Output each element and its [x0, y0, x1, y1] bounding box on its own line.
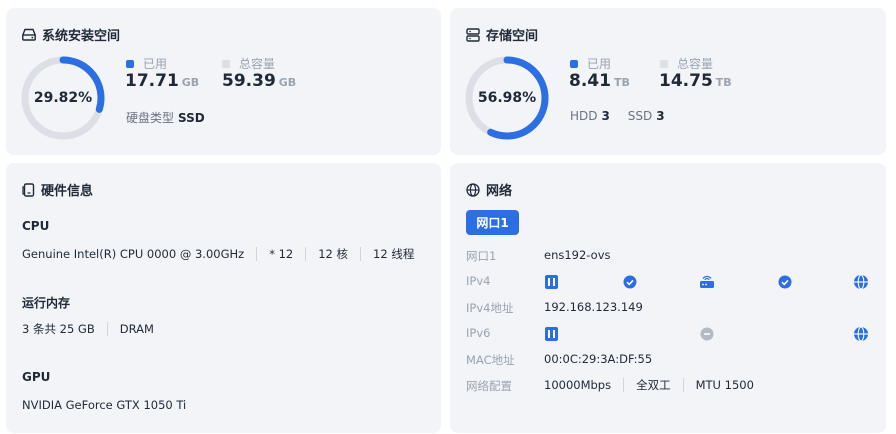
storage-used-swatch	[570, 59, 578, 68]
globe-icon	[466, 182, 480, 197]
check-icon	[778, 275, 792, 289]
config-speed: 10000Mbps	[544, 378, 612, 392]
tab-port-1[interactable]: 网口1	[466, 210, 519, 235]
globe-icon	[854, 274, 868, 290]
mac-label: MAC地址	[466, 353, 515, 367]
system-space-card: 系统安装空间 29.82% 已用 17.71 GB 总容量 59.39 GB 硬盘类…	[6, 8, 441, 155]
used-legend: 已用	[126, 55, 167, 72]
config-duplex: 全双工	[636, 378, 671, 392]
cpu-label: CPU	[22, 219, 50, 233]
storage-space-card: 存储空间 56.98% 已用 8.41 TB 总容量 14.75 TB HDD 3 S…	[450, 8, 886, 155]
port-label: 网口1	[466, 249, 497, 263]
memory-details: 3 条共 25 GB DRAM	[22, 321, 154, 337]
storage-total-swatch	[660, 59, 668, 68]
ipv6-topology	[545, 326, 868, 342]
storage-icon	[466, 27, 480, 42]
used-swatch	[126, 59, 134, 68]
mac-value: 00:0C:29:3A:DF:55	[544, 352, 653, 366]
divider	[256, 247, 258, 261]
memory-label: 运行内存	[22, 296, 71, 310]
disk-type: 硬盘类型 SSD	[126, 111, 205, 125]
port-value: ens192-ovs	[544, 248, 611, 262]
ipv6-label: IPv6	[466, 326, 491, 340]
device-icon	[22, 182, 35, 197]
gpu-model: NVIDIA GeForce GTX 1050 Ti	[22, 398, 187, 412]
storage-used-legend: 已用	[570, 55, 611, 72]
total-swatch	[222, 59, 230, 68]
network-card: 网络 网口1 网口1 ens192-ovs IPv4 IPv4地址 192.16…	[450, 163, 886, 433]
ipv4-label: IPv4	[466, 274, 491, 288]
router-icon	[700, 275, 714, 288]
ipv4-topology	[545, 274, 868, 290]
hardware-card: 硬件信息 CPU Genuine Intel(R) CPU 0000 @ 3.0…	[6, 163, 441, 433]
storage-total-legend: 总容量	[660, 55, 713, 72]
check-icon	[623, 275, 637, 289]
globe-icon	[854, 326, 868, 342]
cpu-details: Genuine Intel(R) CPU 0000 @ 3.00GHz * 12…	[22, 246, 414, 262]
storage-usage-percent: 56.98%	[477, 90, 537, 106]
storage-used-value: 8.41 TB	[569, 71, 630, 91]
ipv4-address-value: 192.168.123.149	[544, 300, 643, 314]
divider	[623, 378, 625, 392]
minus-icon	[700, 327, 714, 341]
gpu-details: NVIDIA GeForce GTX 1050 Ti	[22, 398, 186, 412]
storage-space-title: 存储空间	[466, 25, 538, 44]
config-mtu: MTU 1500	[695, 378, 754, 392]
divider	[106, 322, 108, 336]
total-legend: 总容量	[222, 55, 275, 72]
nic-icon	[545, 327, 558, 341]
gpu-label: GPU	[22, 370, 51, 384]
system-space-title: 系统安装空间	[22, 25, 120, 44]
ipv4-address-label: IPv4地址	[466, 301, 514, 315]
divider	[360, 247, 362, 261]
network-title: 网络	[466, 180, 512, 199]
disk-counts: HDD 3 SSD 3	[570, 109, 665, 123]
nic-icon	[545, 275, 558, 289]
storage-total-value: 14.75 TB	[659, 71, 732, 91]
config-label: 网络配置	[466, 379, 512, 393]
cpu-count: * 12	[269, 247, 294, 261]
memory-type: DRAM	[119, 322, 154, 336]
cpu-threads: 12 线程	[373, 247, 415, 261]
used-value: 17.71 GB	[125, 71, 200, 91]
divider	[682, 378, 684, 392]
total-value: 59.39 GB	[222, 71, 297, 91]
system-usage-percent: 29.82%	[33, 90, 93, 106]
divider	[305, 247, 307, 261]
hardware-title: 硬件信息	[22, 180, 93, 199]
cpu-model: Genuine Intel(R) CPU 0000 @ 3.00GHz	[22, 247, 245, 261]
disk-icon	[22, 28, 36, 41]
config-values: 10000Mbps 全双工 MTU 1500	[544, 377, 754, 393]
cpu-cores: 12 核	[318, 247, 349, 261]
memory-size: 3 条共 25 GB	[22, 322, 95, 336]
